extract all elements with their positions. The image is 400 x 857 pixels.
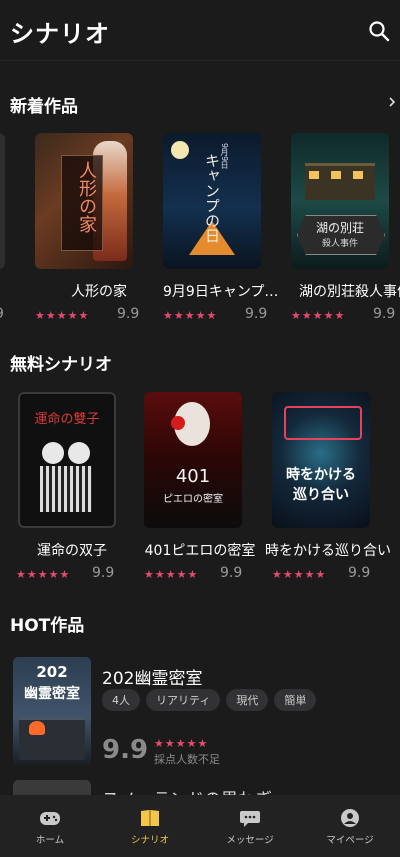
rating-note: 採点人数不足 xyxy=(154,753,220,766)
tag: リアリティ xyxy=(146,689,221,711)
work-title: 401ピエロの密室 xyxy=(144,543,256,559)
cover-image: 202 幽霊密室 xyxy=(13,657,91,765)
cover-title: 202 xyxy=(36,663,68,681)
cover-title: 運命の雙子 xyxy=(34,412,100,427)
score: 9 xyxy=(0,306,4,322)
score: 9.9 xyxy=(102,735,149,765)
work-title: 人形の家 xyxy=(71,284,127,300)
profile-icon xyxy=(341,809,359,827)
tab-message[interactable]: メッセージ xyxy=(200,795,300,857)
cover-image: 9月9日 キャンプの日 xyxy=(163,133,261,269)
hot-work-title: 202幽霊密室 xyxy=(102,669,203,689)
tab-label: メッセージ xyxy=(226,835,274,846)
cover-image: 時をかける 巡り合い xyxy=(272,392,370,528)
cover-title: キャンプの日 xyxy=(203,153,221,243)
chat-icon xyxy=(240,811,260,827)
cover-title: 人形の家 xyxy=(76,161,97,233)
tab-scenario[interactable]: シナリオ xyxy=(100,795,200,857)
app-header: シナリオ xyxy=(0,0,400,64)
cover-subtitle: 幽霊密室 xyxy=(24,686,80,702)
book-icon xyxy=(141,810,159,826)
header-divider xyxy=(0,60,400,61)
tab-label: ホーム xyxy=(35,835,65,846)
tag: 現代 xyxy=(226,689,269,711)
score: 9.9 xyxy=(117,306,140,322)
cover-title: 401 xyxy=(175,466,211,487)
bottom-tab-bar: ホーム シナリオ メッセージ マイページ xyxy=(0,795,400,857)
cover-title: 時をかける xyxy=(286,467,356,483)
page-title: シナリオ xyxy=(10,20,110,48)
score: 9.9 xyxy=(348,565,371,581)
cover-image: 運命の雙子 xyxy=(18,392,116,528)
new-works-carousel[interactable]: 9 人形の家 人形の家 ★★★★★ 9.9 9月9日 キャンプの日 9月9日キャ… xyxy=(0,133,400,343)
work-title: 運命の双子 xyxy=(37,543,107,559)
cover-image: 人形の家 xyxy=(35,133,133,269)
tab-home[interactable]: ホーム xyxy=(0,795,100,857)
section-title-free: 無料シナリオ xyxy=(10,355,112,375)
cover-title: 湖の別荘 xyxy=(315,221,364,235)
free-scenarios-carousel[interactable]: 運命の雙子 運命の双子 ★★★★★ 9.9 401 ピエロの密室 401ピエロの… xyxy=(0,392,400,602)
rating-stars: ★★★★★ xyxy=(291,309,346,322)
chevron-right-icon[interactable] xyxy=(386,95,398,109)
cover-image xyxy=(0,133,5,269)
rating-stars: ★★★★★ xyxy=(35,309,90,322)
work-title: 時をかける巡り合い xyxy=(265,543,391,559)
gamepad-icon xyxy=(40,812,60,825)
tag-list: 4人 リアリティ 現代 簡単 xyxy=(102,689,317,711)
section-title-new: 新着作品 xyxy=(10,97,78,117)
tag: 4人 xyxy=(102,689,140,711)
section-title-hot: HOT作品 xyxy=(10,616,85,636)
score: 9.9 xyxy=(92,565,115,581)
tab-mypage[interactable]: マイページ xyxy=(300,795,400,857)
rating-stars: ★★★★★ xyxy=(16,568,71,581)
tag: 簡単 xyxy=(274,689,317,711)
score: 9.9 xyxy=(245,306,268,322)
cover-subtitle: 殺人事件 xyxy=(321,239,358,249)
cover-subtitle: 巡り合い xyxy=(293,487,349,503)
rating-stars: ★★★★★ xyxy=(144,568,199,581)
rating-stars: ★★★★★ xyxy=(163,309,218,322)
rating-stars: ★★★★★ xyxy=(272,568,327,581)
work-title: 9月9日キャンプの日 xyxy=(163,284,291,300)
cover-subtitle: ピエロの密室 xyxy=(163,494,223,505)
work-title: 湖の別荘殺人事件 xyxy=(299,284,400,300)
cover-image: 401 ピエロの密室 xyxy=(144,392,242,528)
tab-label: マイページ xyxy=(326,835,374,846)
hot-work-item[interactable]: 202 幽霊密室 202幽霊密室 4人 リアリティ 現代 簡単 9.9 ★★★★… xyxy=(13,657,393,767)
cover-image: 湖の別荘 殺人事件 xyxy=(291,133,389,269)
search-icon[interactable] xyxy=(368,20,390,42)
rating-stars: ★★★★★ xyxy=(154,737,209,750)
score: 9.9 xyxy=(373,306,396,322)
score: 9.9 xyxy=(220,565,243,581)
tab-label: シナリオ xyxy=(130,835,169,846)
